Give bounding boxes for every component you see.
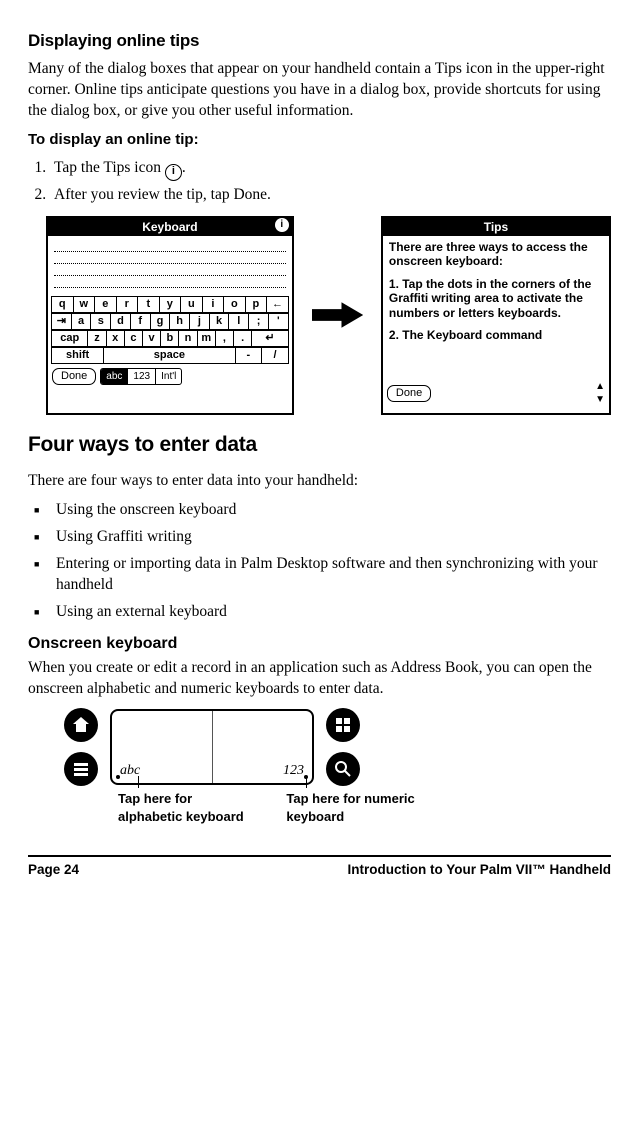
key-slash[interactable]: / [262,348,289,364]
key-period[interactable]: . [234,331,252,347]
bullet-graffiti: Using Graffiti writing [28,527,611,548]
toggle-123[interactable]: 123 [128,369,156,384]
tips-body: There are three ways to access the onscr… [383,236,609,354]
key-d[interactable]: d [111,314,131,330]
key-w[interactable]: w [73,297,95,313]
key-f[interactable]: f [130,314,150,330]
heading-four-ways: Four ways to enter data [28,431,611,459]
key-k[interactable]: k [209,314,229,330]
key-z[interactable]: z [88,331,106,347]
dialog-title-tips: Tips [383,218,609,236]
bullet-palm-desktop: Entering or importing data in Palm Deskt… [28,554,611,596]
key-h[interactable]: h [170,314,190,330]
key-shift[interactable]: shift [52,348,104,364]
dialog-title-keyboard: Keyboard i [48,218,292,236]
key-l[interactable]: l [229,314,249,330]
para-four-ways-intro: There are four ways to enter data into y… [28,471,611,492]
onscreen-keyboard: q w e r t y u i o p ← ⇥ a s d f g h j [48,296,292,364]
key-g[interactable]: g [150,314,170,330]
key-apostrophe[interactable]: ' [268,314,288,330]
key-e[interactable]: e [95,297,117,313]
key-b[interactable]: b [161,331,179,347]
step-2: After you review the tip, tap Done. [50,185,611,206]
done-button[interactable]: Done [387,385,431,402]
key-x[interactable]: x [106,331,124,347]
key-t[interactable]: t [138,297,160,313]
key-a[interactable]: a [71,314,91,330]
key-space[interactable]: space [104,348,235,364]
page-number: Page 24 [28,861,79,879]
para-onscreen-keyboard: When you create or edit a record in an a… [28,658,611,700]
key-o[interactable]: o [224,297,246,313]
key-q[interactable]: q [52,297,74,313]
key-j[interactable]: j [190,314,210,330]
text-area [48,236,292,296]
bullet-onscreen-keyboard: Using the onscreen keyboard [28,500,611,521]
key-enter[interactable]: ↵ [252,331,289,347]
tips-icon[interactable]: i [275,218,289,232]
key-p[interactable]: p [245,297,267,313]
key-c[interactable]: c [124,331,142,347]
graffiti-writing-area[interactable]: abc 123 [110,709,314,785]
calculator-icon[interactable] [326,708,360,742]
home-icon[interactable] [64,708,98,742]
toggle-abc[interactable]: abc [101,369,128,384]
done-button[interactable]: Done [52,368,96,385]
heading-displaying-tips: Displaying online tips [28,30,611,53]
figure-row: Keyboard i q w e r t y u i o p ← ⇥ a [46,216,611,415]
key-semicolon[interactable]: ; [249,314,269,330]
arrow-right-icon [312,300,363,330]
label-numeric-keyboard: Tap here for numeric keyboard [286,791,414,824]
key-s[interactable]: s [91,314,111,330]
key-m[interactable]: m [197,331,215,347]
scroll-indicator-icon[interactable]: ▲▼ [595,380,605,407]
bullet-external-keyboard: Using an external keyboard [28,602,611,623]
figure-graffiti-area: abc 123 Tap here for alphabetic keyboard… [64,708,434,825]
key-i[interactable]: i [202,297,224,313]
key-cap[interactable]: cap [52,331,88,347]
key-v[interactable]: v [143,331,161,347]
para-tips-intro: Many of the dialog boxes that appear on … [28,59,611,122]
figure-keyboard-dialog: Keyboard i q w e r t y u i o p ← ⇥ a [46,216,294,415]
key-dash[interactable]: - [235,348,262,364]
toggle-intl[interactable]: Int'l [156,369,181,384]
key-n[interactable]: n [179,331,197,347]
tips-icon: i [165,164,182,181]
label-alpha-keyboard: Tap here for alphabetic keyboard [118,791,244,824]
key-y[interactable]: y [159,297,181,313]
figure-tips-dialog: Tips There are three ways to access the … [381,216,611,415]
key-backspace[interactable]: ← [267,297,289,313]
key-comma[interactable]: , [215,331,233,347]
howto-heading: To display an online tip: [28,130,611,150]
key-tab[interactable]: ⇥ [52,314,72,330]
page-footer: Page 24 Introduction to Your Palm VII™ H… [28,855,611,879]
find-icon[interactable] [326,752,360,786]
chapter-title: Introduction to Your Palm VII™ Handheld [347,861,611,879]
key-r[interactable]: r [116,297,138,313]
step-1: Tap the Tips icon i. [50,158,611,181]
heading-onscreen-keyboard: Onscreen keyboard [28,633,611,655]
menu-icon[interactable] [64,752,98,786]
123-corner-label[interactable]: 123 [283,762,304,781]
key-u[interactable]: u [181,297,203,313]
keyboard-mode-toggle: abc 123 Int'l [100,368,182,385]
